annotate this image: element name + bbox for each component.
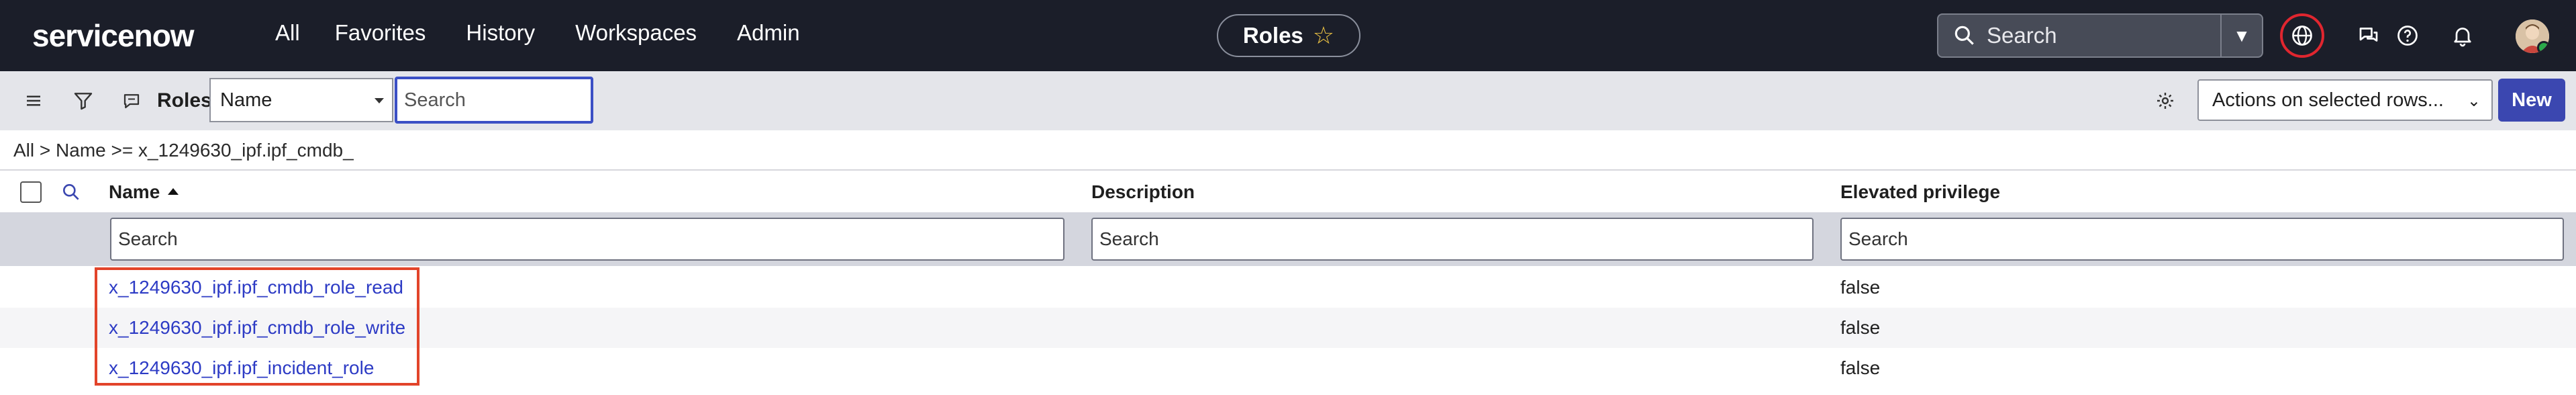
context-title: Roles bbox=[1242, 23, 1303, 48]
elevated-privilege-value: false bbox=[1840, 357, 1881, 378]
actions-select-label: Actions on selected rows... bbox=[2212, 89, 2444, 111]
column-filter-row bbox=[0, 212, 2576, 266]
elevated-privilege-filter-input[interactable] bbox=[1840, 218, 2564, 261]
chat-icon[interactable] bbox=[2352, 19, 2385, 52]
name-filter-input[interactable] bbox=[110, 218, 1064, 261]
global-search[interactable]: Search ▼ bbox=[1937, 13, 2263, 58]
caret-down-icon bbox=[375, 98, 384, 103]
search-field-value: Name bbox=[220, 89, 273, 111]
servicenow-logo[interactable]: servicenow bbox=[32, 17, 195, 54]
filter-icon[interactable] bbox=[70, 87, 97, 114]
nav-item-history[interactable]: History bbox=[466, 20, 535, 46]
avatar[interactable] bbox=[2516, 19, 2549, 53]
role-names-highlight-box bbox=[95, 267, 419, 386]
nav-menu: All Favorites History Workspaces Admin bbox=[275, 20, 800, 46]
list-search-input[interactable] bbox=[395, 77, 593, 124]
column-header-elevated-privilege[interactable]: Elevated privilege bbox=[1840, 181, 2000, 203]
table-header-row: Name Description Elevated privilege bbox=[0, 169, 2576, 212]
actions-select[interactable]: Actions on selected rows... ⌄ bbox=[2197, 79, 2493, 121]
globe-icon[interactable] bbox=[2286, 19, 2318, 52]
help-icon[interactable] bbox=[2391, 19, 2424, 52]
gear-icon[interactable] bbox=[2152, 87, 2179, 114]
search-field-select[interactable]: Name bbox=[209, 78, 393, 122]
chevron-down-icon[interactable]: ▼ bbox=[2220, 15, 2262, 56]
search-icon[interactable] bbox=[60, 181, 82, 203]
select-all-checkbox[interactable] bbox=[20, 181, 42, 203]
star-icon[interactable]: ☆ bbox=[1313, 21, 1334, 50]
chevron-down-icon: ⌄ bbox=[2467, 92, 2481, 110]
menu-icon[interactable] bbox=[20, 87, 47, 114]
comment-icon[interactable] bbox=[118, 87, 145, 114]
elevated-privilege-value: false bbox=[1840, 277, 1881, 298]
list-title: Roles bbox=[157, 89, 212, 112]
description-filter-input[interactable] bbox=[1091, 218, 1814, 261]
sort-ascending-icon bbox=[168, 187, 179, 195]
column-header-name[interactable]: Name bbox=[109, 181, 179, 203]
global-search-placeholder[interactable]: Search bbox=[1987, 23, 2220, 48]
bell-icon[interactable] bbox=[2446, 19, 2479, 52]
elevated-privilege-value: false bbox=[1840, 317, 1881, 338]
breadcrumb[interactable]: All > Name >= x_1249630_ipf.ipf_cmdb_ bbox=[13, 140, 354, 161]
nav-item-workspaces[interactable]: Workspaces bbox=[575, 20, 697, 46]
context-title-pill[interactable]: Roles ☆ bbox=[1217, 14, 1360, 57]
list-toolbar: Roles Name Actions on selected rows... ⌄… bbox=[0, 71, 2576, 130]
column-header-description[interactable]: Description bbox=[1091, 181, 1195, 203]
new-button[interactable]: New bbox=[2498, 79, 2565, 122]
nav-item-admin[interactable]: Admin bbox=[737, 20, 800, 46]
top-navigation: servicenow All Favorites History Workspa… bbox=[0, 0, 2576, 71]
nav-item-all[interactable]: All bbox=[275, 20, 300, 46]
search-icon bbox=[1954, 26, 1974, 45]
online-status-dot bbox=[2537, 41, 2549, 53]
nav-item-favorites[interactable]: Favorites bbox=[335, 20, 426, 46]
column-header-name-label: Name bbox=[109, 181, 160, 202]
